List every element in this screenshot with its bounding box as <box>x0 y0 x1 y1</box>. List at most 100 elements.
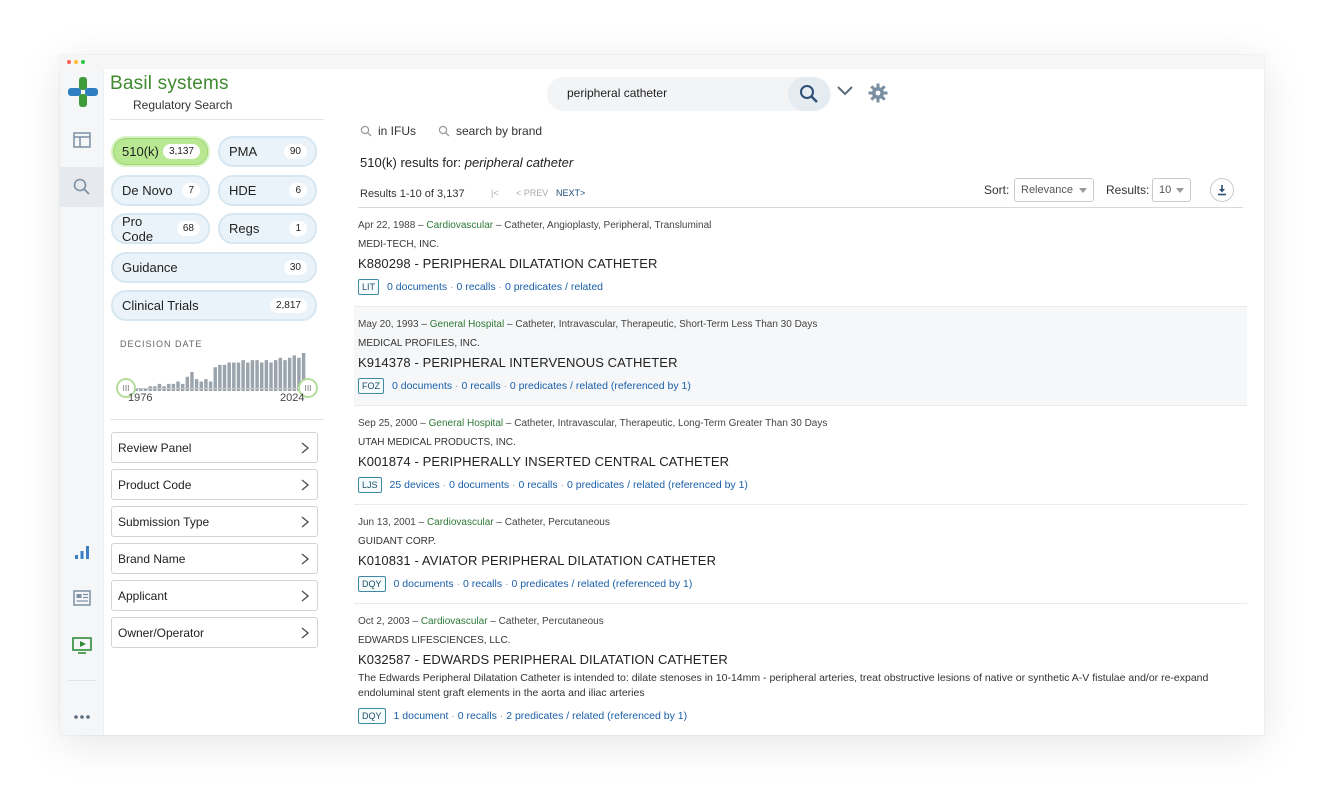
next-page-button[interactable]: NEXT> <box>556 188 585 198</box>
result-date: Oct 2, 2003 <box>358 616 410 627</box>
histogram-bar <box>264 360 269 392</box>
option-search-by-brand[interactable]: search by brand <box>438 124 542 138</box>
result-link[interactable]: 0 documents <box>392 380 452 392</box>
result-links: DQY 0 documents · 0 recalls · 0 predicat… <box>358 576 692 592</box>
result-title[interactable]: K010831 - AVIATOR PERIPHERAL DILATATION … <box>358 553 716 568</box>
result-item[interactable]: Oct 2, 2003 – Cardiovascular – Catheter,… <box>354 604 1247 735</box>
result-title[interactable]: K032587 - EDWARDS PERIPHERAL DILATATION … <box>358 652 728 667</box>
result-link[interactable]: 0 recalls <box>458 710 497 722</box>
result-item[interactable]: May 20, 1993 – General Hospital – Cathet… <box>354 307 1247 406</box>
product-code-tag[interactable]: FOZ <box>358 378 384 394</box>
result-link[interactable]: 0 predicates / related (referenced by 1) <box>510 380 691 392</box>
category-pill-clinical-trials[interactable]: Clinical Trials 2,817 <box>111 290 317 321</box>
rail-item-news[interactable] <box>60 578 104 618</box>
category-pill-pro-code[interactable]: Pro Code 68 <box>111 213 210 244</box>
histogram-bar <box>273 360 278 392</box>
sort-select[interactable]: Relevance <box>1014 178 1094 202</box>
result-category[interactable]: Cardiovascular <box>426 220 493 231</box>
facet-product-code[interactable]: Product Code <box>111 469 318 500</box>
category-pill-510k[interactable]: 510(k) 3,137 <box>111 136 210 167</box>
facet-owner-operator[interactable]: Owner/Operator <box>111 617 318 648</box>
result-link[interactable]: 0 predicates / related <box>505 281 603 293</box>
result-link[interactable]: 1 document <box>394 710 449 722</box>
option-in-ifus[interactable]: in IFUs <box>360 124 416 138</box>
first-page-button[interactable]: |< <box>491 188 499 198</box>
result-link[interactable]: 0 documents <box>449 479 509 491</box>
decision-date-histogram <box>120 353 306 392</box>
product-code-tag[interactable]: DQY <box>358 708 386 724</box>
pill-label: Clinical Trials <box>122 298 199 313</box>
result-item[interactable]: Jun 13, 2001 – Cardiovascular – Catheter… <box>354 505 1247 604</box>
category-pill-pma[interactable]: PMA 90 <box>218 136 317 167</box>
divider <box>110 119 324 120</box>
rail-item-table[interactable] <box>60 120 104 160</box>
result-link[interactable]: 0 recalls <box>519 479 558 491</box>
gear-icon[interactable] <box>868 83 888 103</box>
histogram-bar <box>269 362 273 391</box>
rail-item-more[interactable] <box>60 697 104 735</box>
end-year: 2024 <box>280 392 305 404</box>
histogram-bar <box>260 362 264 391</box>
sort-label: Sort: <box>984 183 1010 197</box>
chevron-down-icon[interactable] <box>836 85 854 97</box>
window-controls <box>67 60 85 64</box>
chevron-right-icon <box>301 441 309 454</box>
search-icon <box>73 178 90 195</box>
result-category[interactable]: General Hospital <box>430 319 504 330</box>
download-icon <box>1218 185 1226 196</box>
icon-rail <box>60 69 104 735</box>
result-link[interactable]: 2 predicates / related (referenced by 1) <box>506 710 687 722</box>
result-link[interactable]: 0 recalls <box>456 281 495 293</box>
result-device: Catheter, Intravascular, Therapeutic, Lo… <box>514 418 828 429</box>
chevron-right-icon <box>301 515 309 528</box>
result-link[interactable]: 25 devices <box>390 479 440 491</box>
result-meta: May 20, 1993 – General Hospital – Cathet… <box>358 319 818 330</box>
category-pill-de-novo[interactable]: De Novo 7 <box>111 175 210 206</box>
facet-review-panel[interactable]: Review Panel <box>111 432 318 463</box>
close-window-dot[interactable] <box>67 60 71 64</box>
download-button[interactable] <box>1210 178 1234 202</box>
result-link[interactable]: 0 documents <box>387 281 447 293</box>
search-input[interactable] <box>567 86 777 100</box>
result-link[interactable]: 0 predicates / related (referenced by 1) <box>511 578 692 590</box>
rail-item-video[interactable] <box>60 625 104 665</box>
product-code-tag[interactable]: LIT <box>358 279 380 295</box>
result-meta: Apr 22, 1988 – Cardiovascular – Catheter… <box>358 220 712 231</box>
pill-label: 510(k) <box>122 144 159 159</box>
pill-count: 30 <box>283 260 307 275</box>
category-pill-regs[interactable]: Regs 1 <box>218 213 317 244</box>
category-pill-guidance[interactable]: Guidance 30 <box>111 252 317 283</box>
result-category[interactable]: Cardiovascular <box>421 616 488 627</box>
video-icon <box>72 637 92 654</box>
result-item[interactable]: Sep 25, 2000 – General Hospital – Cathet… <box>354 406 1247 505</box>
facet-applicant[interactable]: Applicant <box>111 580 318 611</box>
result-item[interactable]: Apr 22, 1988 – Cardiovascular – Catheter… <box>354 208 1247 307</box>
result-link[interactable]: 0 predicates / related (referenced by 1) <box>567 479 748 491</box>
caret-down-icon <box>1079 187 1087 193</box>
rail-item-analytics[interactable] <box>60 531 104 571</box>
result-category[interactable]: General Hospital <box>429 418 503 429</box>
product-code-tag[interactable]: DQY <box>358 576 386 592</box>
result-link[interactable]: 0 documents <box>394 578 454 590</box>
result-links: DQY 1 document · 0 recalls · 2 predicate… <box>358 708 687 724</box>
pill-count: 6 <box>289 183 307 198</box>
histogram-bar <box>236 362 241 391</box>
result-link[interactable]: 0 recalls <box>461 380 500 392</box>
category-pill-hde[interactable]: HDE 6 <box>218 175 317 206</box>
prev-page-button[interactable]: < PREV <box>516 188 548 198</box>
result-title[interactable]: K914378 - PERIPHERAL INTERVENOUS CATHETE… <box>358 355 678 370</box>
result-category[interactable]: Cardiovascular <box>427 517 494 528</box>
search-button[interactable] <box>788 77 830 111</box>
search-icon <box>800 85 818 103</box>
facet-brand-name[interactable]: Brand Name <box>111 543 318 574</box>
result-title[interactable]: K001874 - PERIPHERALLY INSERTED CENTRAL … <box>358 454 729 469</box>
minimize-window-dot[interactable] <box>74 60 78 64</box>
rail-item-search[interactable] <box>60 167 104 207</box>
result-title[interactable]: K880298 - PERIPHERAL DILATATION CATHETER <box>358 256 657 271</box>
maximize-window-dot[interactable] <box>81 60 85 64</box>
result-link[interactable]: 0 recalls <box>463 578 502 590</box>
rail-divider <box>68 680 96 681</box>
results-per-page-select[interactable]: 10 <box>1152 178 1191 202</box>
facet-submission-type[interactable]: Submission Type <box>111 506 318 537</box>
product-code-tag[interactable]: LJS <box>358 477 382 493</box>
